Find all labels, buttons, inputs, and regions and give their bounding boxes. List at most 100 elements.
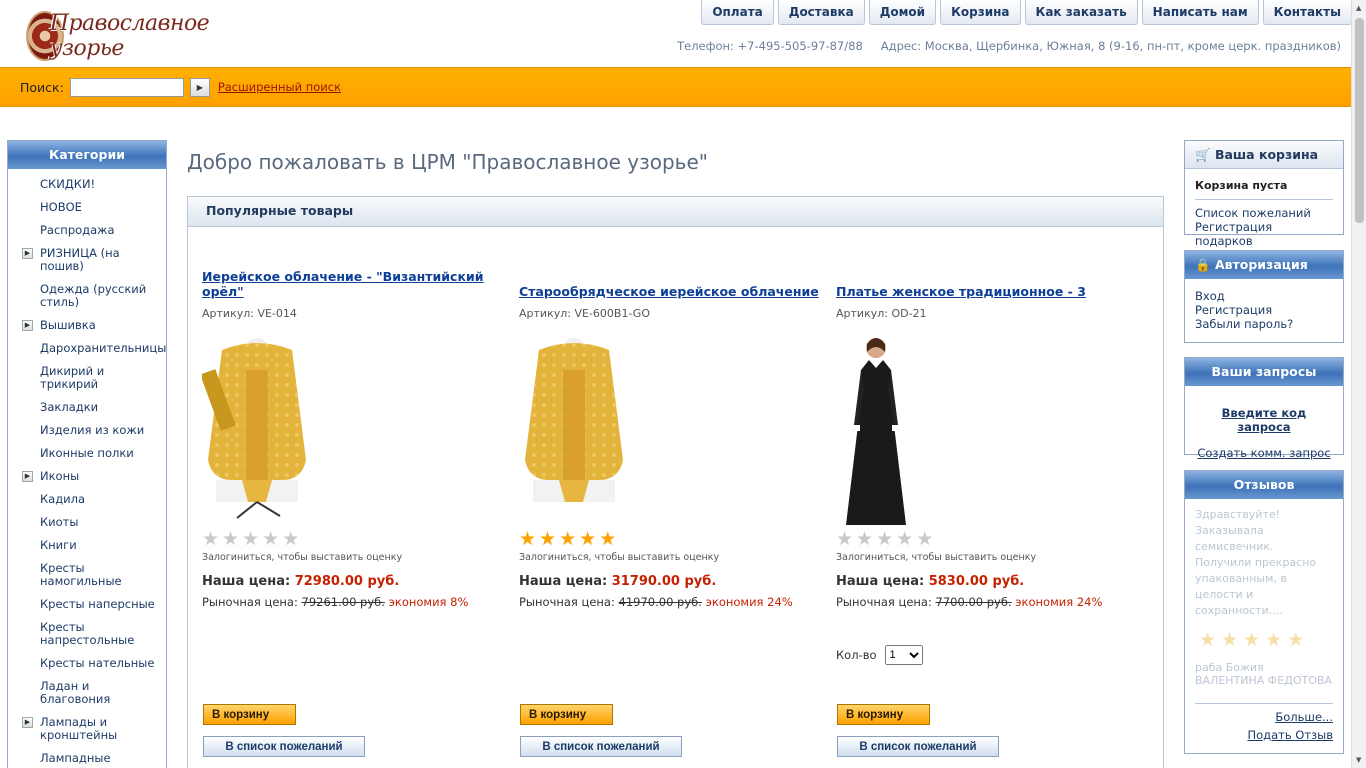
expand-arrow-icon[interactable]: ▶ [22, 320, 33, 331]
category-label: Кресты намогильные [40, 561, 122, 588]
scroll-down-icon[interactable]: ▼ [1356, 756, 1361, 764]
page-title: Добро пожаловать в ЦРМ "Православное узо… [187, 150, 708, 174]
register-link[interactable]: Регистрация [1195, 303, 1333, 317]
search-go-button[interactable]: ▶ [189, 77, 210, 97]
add-to-wishlist-button[interactable]: В список пожеланий [520, 736, 682, 757]
star-icon[interactable]: ★ [916, 530, 933, 549]
category-item[interactable]: Закладки [8, 396, 166, 419]
star-icon[interactable]: ★ [282, 530, 299, 549]
login-link[interactable]: Вход [1195, 289, 1333, 303]
review-text: Здравствуйте! Заказывала семисвечник. По… [1195, 508, 1317, 617]
category-label: СКИДКИ! [40, 177, 96, 191]
market-price-line: Рыночная цена: 41970.00 руб. экономия 24… [519, 595, 819, 609]
category-item[interactable]: ▶ Иконы [8, 465, 166, 488]
advanced-search-link[interactable]: Расширенный поиск [218, 80, 341, 94]
market-label: Рыночная цена: [519, 595, 615, 609]
star-icon[interactable]: ★ [242, 530, 259, 549]
star-icon[interactable]: ★ [559, 530, 576, 549]
site-logo[interactable]: Православное узорье [26, 8, 226, 64]
forgot-password-link[interactable]: Забыли пароль? [1195, 317, 1333, 331]
add-to-wishlist-button[interactable]: В список пожеланий [837, 736, 999, 757]
nav-write-us[interactable]: Написать нам [1141, 0, 1259, 25]
star-icon[interactable]: ★ [836, 530, 853, 549]
product-image[interactable] [200, 330, 322, 520]
nav-payment[interactable]: Оплата [701, 0, 774, 25]
star-icon[interactable]: ★ [876, 530, 893, 549]
star-icon[interactable]: ★ [519, 530, 536, 549]
category-item[interactable]: Кресты напрестольные [8, 616, 166, 652]
add-to-cart-button[interactable]: В корзину [203, 704, 296, 725]
category-item[interactable]: Лампадные [8, 747, 166, 768]
category-item[interactable]: Кадила [8, 488, 166, 511]
nav-delivery[interactable]: Доставка [777, 0, 865, 25]
expand-arrow-icon[interactable]: ▶ [22, 248, 33, 259]
wishlist-link[interactable]: Список пожеланий [1195, 206, 1333, 220]
search-input[interactable] [69, 77, 184, 97]
market-price: 7700.00 руб. [935, 595, 1012, 609]
star-icon[interactable]: ★ [262, 530, 279, 549]
category-item[interactable]: Изделия из кожи [8, 419, 166, 442]
product-image[interactable] [836, 330, 956, 525]
star-icon[interactable]: ★ [579, 530, 596, 549]
expand-arrow-icon[interactable]: ▶ [22, 717, 33, 728]
price-line: Наша цена: 31790.00 руб. [519, 574, 819, 589]
category-label: Дарохранительницы [40, 341, 167, 355]
star-icon[interactable]: ★ [856, 530, 873, 549]
nav-home[interactable]: Домой [868, 0, 937, 25]
star-icon[interactable]: ★ [539, 530, 556, 549]
scrollbar-thumb[interactable] [1355, 18, 1364, 223]
enter-request-code-link[interactable]: Введите код запроса [1195, 406, 1333, 434]
product-sku: Артикул: VE-014 [202, 307, 297, 320]
auth-box: 🔒 Авторизация Вход Регистрация Забыли па… [1184, 250, 1344, 343]
category-item[interactable]: Дарохранительницы [8, 337, 166, 360]
product-name-link[interactable]: Платье женское традиционное - 3 [836, 267, 1136, 299]
add-to-cart-button[interactable]: В корзину [520, 704, 613, 725]
nav-cart[interactable]: Корзина [940, 0, 1021, 25]
nav-how-to-order[interactable]: Как заказать [1024, 0, 1138, 25]
category-item[interactable]: Распродажа [8, 219, 166, 242]
quantity-label: Кол-во [836, 648, 877, 662]
reviews-box-title: Отзывов [1185, 471, 1343, 499]
category-item[interactable]: ▶ Лампады и кронштейны [8, 711, 166, 747]
category-item[interactable]: Одежда (русский стиль) [8, 278, 166, 314]
category-item[interactable]: Ладан и благовония [8, 675, 166, 711]
star-icon[interactable]: ★ [222, 530, 239, 549]
cart-icon: 🛒 [1195, 147, 1211, 162]
category-item[interactable]: Книги [8, 534, 166, 557]
category-label: Распродажа [40, 223, 115, 237]
product-name-link[interactable]: Иерейское облачение - "Византийский орёл… [202, 267, 502, 299]
star-icon: ★ [1287, 629, 1305, 651]
category-item[interactable]: Дикирий и трикирий [8, 360, 166, 396]
category-item[interactable]: ▶ РИЗНИЦА (на пошив) [8, 242, 166, 278]
product-image[interactable] [519, 330, 639, 520]
category-item[interactable]: Кресты наперсные [8, 593, 166, 616]
scroll-up-icon[interactable]: ▲ [1356, 4, 1361, 12]
create-request-link[interactable]: Создать комм. запрос [1195, 446, 1333, 460]
economy-text: экономия 24% [705, 595, 793, 609]
star-icon: ★ [1199, 629, 1217, 651]
category-item[interactable]: Иконные полки [8, 442, 166, 465]
more-reviews-link[interactable]: Больше... [1195, 710, 1333, 724]
nav-contacts[interactable]: Контакты [1262, 0, 1352, 25]
submit-review-link[interactable]: Подать Отзыв [1195, 728, 1333, 742]
categories-title: Категории [8, 141, 166, 169]
gift-registry-link[interactable]: Регистрация подарков [1195, 220, 1333, 248]
category-item[interactable]: Киоты [8, 511, 166, 534]
requests-box-title: Ваши запросы [1185, 358, 1343, 386]
expand-arrow-icon[interactable]: ▶ [22, 471, 33, 482]
category-item[interactable]: Кресты намогильные [8, 557, 166, 593]
category-item[interactable]: ▶ Вышивка [8, 314, 166, 337]
star-icon[interactable]: ★ [599, 530, 616, 549]
star-icon[interactable]: ★ [896, 530, 913, 549]
add-to-wishlist-button[interactable]: В список пожеланий [203, 736, 365, 757]
category-item[interactable]: СКИДКИ! [8, 173, 166, 196]
quantity-select[interactable]: 1 [884, 645, 923, 665]
category-item[interactable]: Кресты нательные [8, 652, 166, 675]
add-to-cart-button[interactable]: В корзину [837, 704, 930, 725]
price-value: 31790.00 руб. [611, 574, 717, 589]
market-label: Рыночная цена: [836, 595, 932, 609]
star-icon[interactable]: ★ [202, 530, 219, 549]
product-name-link[interactable]: Старообрядческое иерейское облачение [519, 267, 819, 299]
page-scrollbar[interactable]: ▲ ▼ [1351, 0, 1366, 768]
category-item[interactable]: НОВОЕ [8, 196, 166, 219]
